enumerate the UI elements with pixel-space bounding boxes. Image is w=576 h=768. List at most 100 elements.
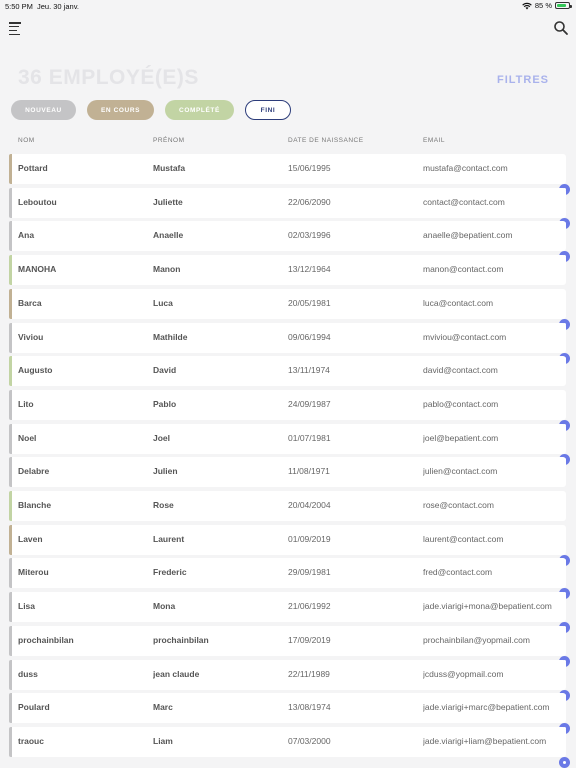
cell-date: 13/11/1974 xyxy=(288,365,330,375)
cell-nom: Lisa xyxy=(18,601,36,611)
table-row[interactable]: Leboutou Juliette 22/06/2090 contact@contac… xyxy=(9,188,566,218)
table-row[interactable]: Blanche Rose 20/04/2004 rose@contact.com xyxy=(9,491,566,521)
cell-nom: Pottard xyxy=(18,163,48,173)
table-row[interactable]: Noel Joel 01/07/1981 joel@bepatient.com xyxy=(9,424,566,454)
cell-email: fred@contact.com xyxy=(423,567,493,577)
table-row[interactable]: duss jean claude 22/11/1989 jcduss@yopmail.… xyxy=(9,660,566,690)
menu-icon[interactable] xyxy=(9,22,21,36)
status-stripe xyxy=(9,221,12,251)
table-row[interactable]: prochainbilan prochainbilan 17/09/2019 proc… xyxy=(9,626,566,656)
table-row[interactable]: Delabre Julien 11/08/1971 julien@contact.co… xyxy=(9,457,566,487)
cell-nom: Poulard xyxy=(18,702,50,712)
cell-nom: duss xyxy=(18,669,38,679)
table-row[interactable]: Lisa Mona 21/06/1992 jade.viarigi+mona@bepa… xyxy=(9,592,566,622)
cell-nom: Leboutou xyxy=(18,197,57,207)
status-stripe xyxy=(9,390,12,420)
status-stripe xyxy=(9,660,12,690)
wifi-icon xyxy=(522,2,532,9)
table-row[interactable]: Laven Laurent 01/09/2019 laurent@contact.co… xyxy=(9,525,566,555)
status-date: Jeu. 30 janv. xyxy=(37,2,79,11)
cell-prenom: David xyxy=(153,365,177,375)
filter-complete-button[interactable]: COMPLÉTÉ xyxy=(165,100,234,120)
table-row[interactable]: Lito Pablo 24/09/1987 pablo@contact.com xyxy=(9,390,566,420)
status-stripe xyxy=(9,424,12,454)
table-row[interactable]: MANOHA Manon 13/12/1964 manon@contact.com xyxy=(9,255,566,285)
table-row[interactable]: Augusto David 13/11/1974 david@contact.com xyxy=(9,356,566,386)
battery-icon xyxy=(555,2,572,9)
cell-nom: Barca xyxy=(18,298,42,308)
cell-email: jcduss@yopmail.com xyxy=(423,669,504,679)
page-title: 36 EMPLOYÉ(E)S xyxy=(18,66,199,89)
cell-date: 29/09/1981 xyxy=(288,567,331,577)
cell-email: jade.viarigi+liam@bepatient.com xyxy=(423,736,547,746)
status-stripe xyxy=(9,356,12,386)
filter-en-cours-button[interactable]: EN COURS xyxy=(87,100,154,120)
cell-prenom: Frederic xyxy=(153,567,187,577)
filter-fini-button[interactable]: FINI xyxy=(245,100,291,120)
cell-date: 20/04/2004 xyxy=(288,500,331,510)
notification-dot-icon[interactable] xyxy=(559,757,570,768)
cell-prenom: Marc xyxy=(153,702,173,712)
cell-nom: Laven xyxy=(18,534,43,544)
cell-prenom: Mona xyxy=(153,601,176,611)
status-stripe xyxy=(9,457,12,487)
cell-date: 01/09/2019 xyxy=(288,534,331,544)
cell-prenom: jean claude xyxy=(153,669,200,679)
status-stripe xyxy=(9,255,12,285)
status-stripe xyxy=(9,592,12,622)
table-row[interactable]: Barca Luca 20/05/1981 luca@contact.com xyxy=(9,289,566,319)
cell-nom: Blanche xyxy=(18,500,52,510)
cell-prenom: Anaelle xyxy=(153,230,184,240)
cell-date: 09/06/1994 xyxy=(288,332,331,342)
cell-date: 21/06/1992 xyxy=(288,601,331,611)
cell-nom: Miterou xyxy=(18,567,49,577)
status-stripe xyxy=(9,289,12,319)
battery-percent: 85 % xyxy=(534,1,552,10)
cell-nom: Viviou xyxy=(18,332,44,342)
cell-date: 11/08/1971 xyxy=(288,466,330,476)
cell-nom: Noel xyxy=(18,433,37,443)
status-stripe xyxy=(9,693,12,723)
status-right: 85 % xyxy=(522,1,572,10)
status-stripe xyxy=(9,188,12,218)
cell-date: 22/06/2090 xyxy=(288,197,331,207)
cell-prenom: prochainbilan xyxy=(153,635,209,645)
table-row[interactable]: Pottard Mustafa 15/06/1995 mustafa@contact.… xyxy=(9,154,566,184)
status-stripe xyxy=(9,727,12,757)
status-stripe xyxy=(9,154,12,184)
cell-email: prochainbilan@yopmail.com xyxy=(423,635,530,645)
table-row[interactable]: Viviou Mathilde 09/06/1994 mviviou@contact.… xyxy=(9,323,566,353)
search-icon[interactable] xyxy=(553,20,569,36)
cell-nom: Delabre xyxy=(18,466,50,476)
column-header-email: EMAIL xyxy=(423,137,446,144)
column-header-date: DATE DE NAISSANCE xyxy=(288,137,364,144)
cell-email: contact@contact.com xyxy=(423,197,505,207)
status-time: 5:50 PM xyxy=(5,2,33,11)
cell-email: jade.viarigi+mona@bepatient.com xyxy=(423,601,552,611)
cell-prenom: Luca xyxy=(153,298,173,308)
cell-date: 01/07/1981 xyxy=(288,433,331,443)
cell-email: manon@contact.com xyxy=(423,264,504,274)
status-stripe xyxy=(9,525,12,555)
table-row[interactable]: Miterou Frederic 29/09/1981 fred@contact.co… xyxy=(9,558,566,588)
filter-nouveau-button[interactable]: NOUVEAU xyxy=(11,100,76,120)
filters-button[interactable]: FILTRES xyxy=(497,74,549,86)
cell-prenom: Laurent xyxy=(153,534,185,544)
cell-email: david@contact.com xyxy=(423,365,498,375)
table-row[interactable]: traouc Liam 07/03/2000 jade.viarigi+liam@be… xyxy=(9,727,566,757)
cell-nom: Lito xyxy=(18,399,34,409)
cell-nom: traouc xyxy=(18,736,44,746)
cell-nom: Augusto xyxy=(18,365,53,375)
status-stripe xyxy=(9,323,12,353)
cell-prenom: Joel xyxy=(153,433,171,443)
status-stripe xyxy=(9,626,12,656)
cell-nom: prochainbilan xyxy=(18,635,74,645)
cell-email: mustafa@contact.com xyxy=(423,163,508,173)
table-row[interactable]: Ana Anaelle 02/03/1996 anaelle@bepatient.co… xyxy=(9,221,566,251)
cell-date: 24/09/1987 xyxy=(288,399,331,409)
cell-email: anaelle@bepatient.com xyxy=(423,230,513,240)
cell-email: joel@bepatient.com xyxy=(423,433,499,443)
cell-date: 13/12/1964 xyxy=(288,264,331,274)
table-row[interactable]: Poulard Marc 13/08/1974 jade.viarigi+marc@b… xyxy=(9,693,566,723)
cell-date: 13/08/1974 xyxy=(288,702,331,712)
